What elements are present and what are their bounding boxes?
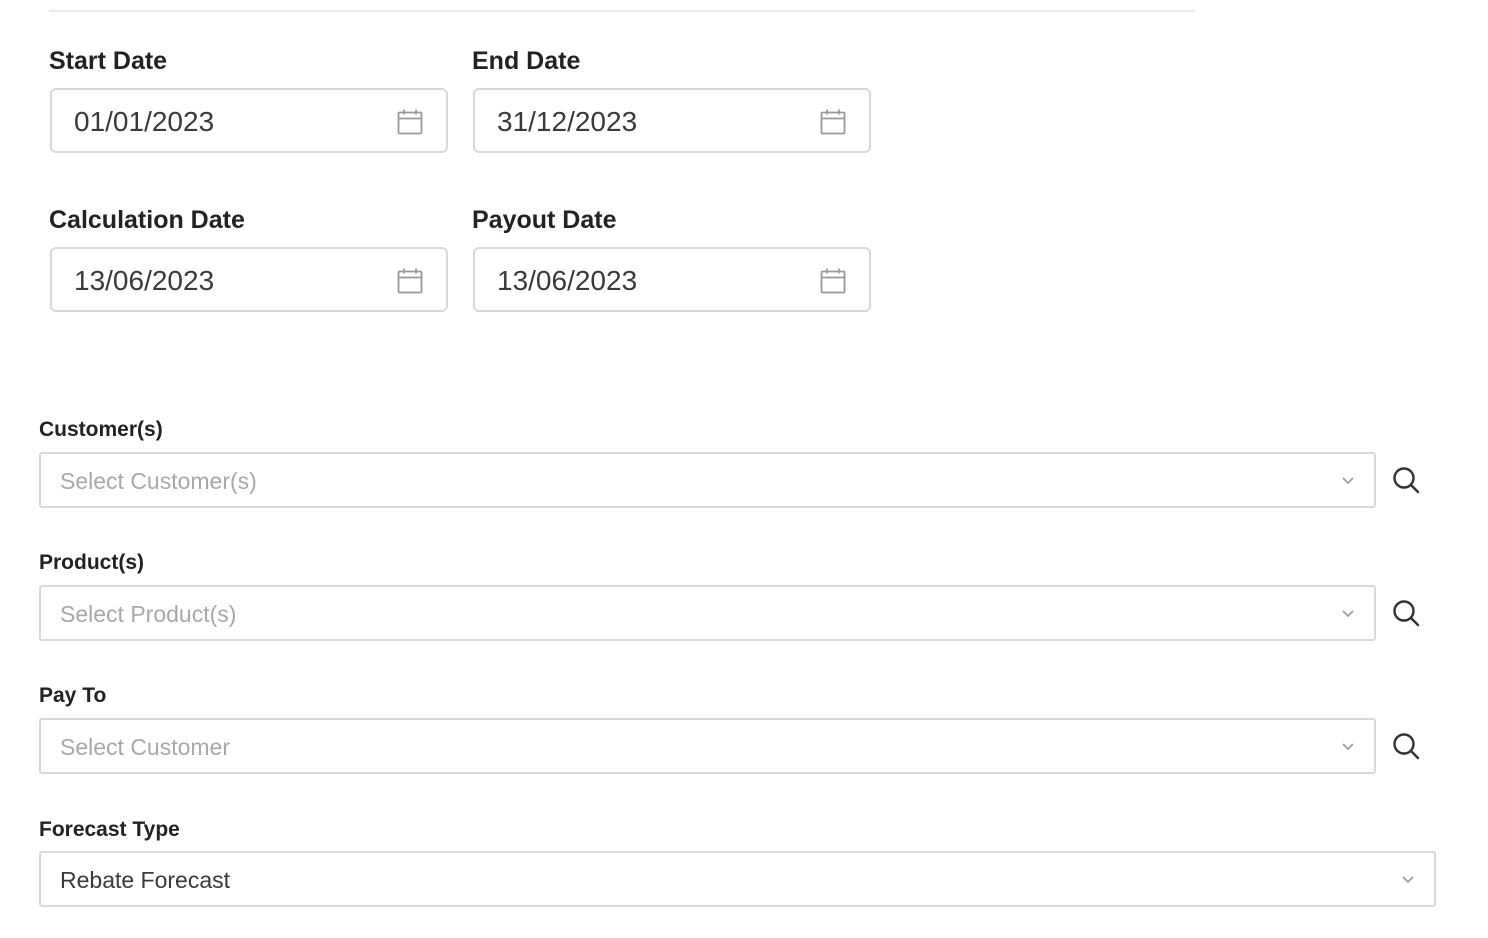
payout-date-field[interactable]: 13/06/2023 (473, 247, 871, 312)
end-date-value: 31/12/2023 (497, 106, 638, 137)
start-date-label: Start Date (49, 47, 168, 75)
calendar-icon[interactable] (819, 108, 847, 136)
calendar-icon[interactable] (819, 267, 847, 295)
section-divider (49, 10, 1195, 12)
payout-date-label: Payout Date (472, 206, 617, 234)
customers-placeholder: Select Customer(s) (60, 468, 257, 494)
chevron-down-icon (1342, 610, 1354, 618)
search-icon[interactable] (1390, 597, 1422, 629)
customers-select[interactable]: Select Customer(s) (39, 452, 1376, 508)
start-date-value: 01/01/2023 (74, 106, 215, 137)
products-placeholder: Select Product(s) (60, 601, 237, 627)
forecast-type-label: Forecast Type (39, 818, 180, 841)
products-label: Product(s) (39, 551, 144, 574)
payout-date-value: 13/06/2023 (497, 265, 638, 296)
forecast-type-value: Rebate Forecast (60, 867, 231, 893)
forecast-type-select[interactable]: Rebate Forecast (39, 851, 1436, 907)
start-date-field[interactable]: 01/01/2023 (50, 88, 448, 153)
end-date-field[interactable]: 31/12/2023 (473, 88, 871, 153)
pay-to-label: Pay To (39, 684, 107, 707)
search-icon[interactable] (1390, 730, 1422, 762)
end-date-label: End Date (472, 47, 581, 75)
calculation-date-field[interactable]: 13/06/2023 (50, 247, 448, 312)
calendar-icon[interactable] (396, 108, 424, 136)
calendar-icon[interactable] (396, 267, 424, 295)
products-select[interactable]: Select Product(s) (39, 585, 1376, 641)
pay-to-placeholder: Select Customer (60, 734, 231, 760)
calculation-date-label: Calculation Date (49, 206, 245, 234)
search-icon[interactable] (1390, 464, 1422, 496)
calculation-date-value: 13/06/2023 (74, 265, 215, 296)
chevron-down-icon (1342, 477, 1354, 485)
customers-label: Customer(s) (39, 418, 163, 441)
chevron-down-icon (1342, 743, 1354, 751)
pay-to-select[interactable]: Select Customer (39, 718, 1376, 774)
chevron-down-icon (1402, 876, 1414, 884)
